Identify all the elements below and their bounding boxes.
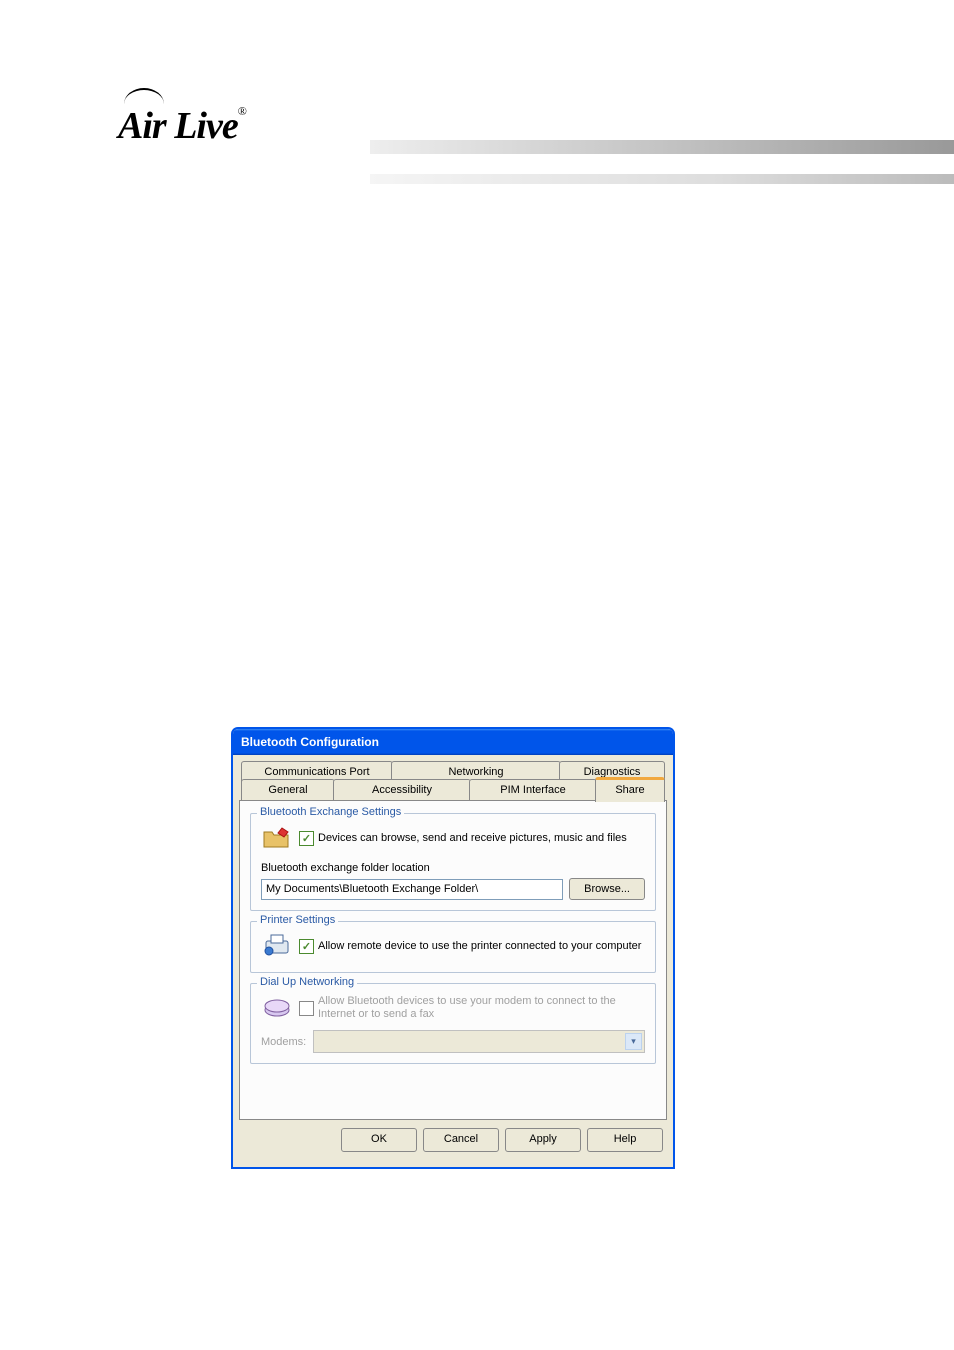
exchange-checkbox[interactable]: ✓ [299,831,314,846]
header-swoosh [370,140,954,210]
printer-checkbox[interactable]: ✓ [299,939,314,954]
tab-strip: Communications Port Networking Diagnosti… [239,761,667,801]
tab-share[interactable]: Share [595,777,665,802]
browse-button[interactable]: Browse... [569,878,645,900]
bluetooth-exchange-fieldset: Bluetooth Exchange Settings ✓ Devices ca… [250,813,656,911]
modem-icon [261,992,293,1024]
tab-pim-interface[interactable]: PIM Interface [469,779,597,800]
printer-settings-fieldset: Printer Settings ✓ Allow remote device t… [250,921,656,973]
dialup-legend: Dial Up Networking [257,976,357,988]
dialog-button-row: OK Cancel Apply Help [239,1128,667,1152]
tab-accessibility[interactable]: Accessibility [333,779,471,800]
dialup-checkbox-label: Allow Bluetooth devices to use your mode… [318,995,645,1021]
chevron-down-icon: ▾ [625,1033,642,1050]
printer-legend: Printer Settings [257,914,338,926]
wifi-arc-icon [124,88,164,104]
tab-general[interactable]: General [241,779,335,800]
bluetooth-config-dialog: Bluetooth Configuration Communications P… [232,728,674,1168]
folder-icon [261,822,293,854]
folder-location-label: Bluetooth exchange folder location [261,862,645,874]
modems-label: Modems: [261,1036,313,1048]
help-button[interactable]: Help [587,1128,663,1152]
apply-button[interactable]: Apply [505,1128,581,1152]
dialup-checkbox[interactable]: ✓ [299,1001,314,1016]
dialog-titlebar: Bluetooth Configuration [233,729,673,755]
dialog-title: Bluetooth Configuration [241,735,379,749]
cancel-button[interactable]: Cancel [423,1128,499,1152]
exchange-folder-path[interactable]: My Documents\Bluetooth Exchange Folder\ [261,879,563,900]
tab-panel-share: Bluetooth Exchange Settings ✓ Devices ca… [239,800,667,1120]
brand-logo: Air Live® [118,88,247,148]
printer-checkbox-label: Allow remote device to use the printer c… [318,940,641,952]
exchange-checkbox-label: Devices can browse, send and receive pic… [318,832,627,844]
exchange-legend: Bluetooth Exchange Settings [257,806,404,818]
printer-icon [261,930,293,962]
dialup-networking-fieldset: Dial Up Networking ✓ Allow Bluetooth dev… [250,983,656,1064]
ok-button[interactable]: OK [341,1128,417,1152]
modems-select: ▾ [313,1030,645,1053]
